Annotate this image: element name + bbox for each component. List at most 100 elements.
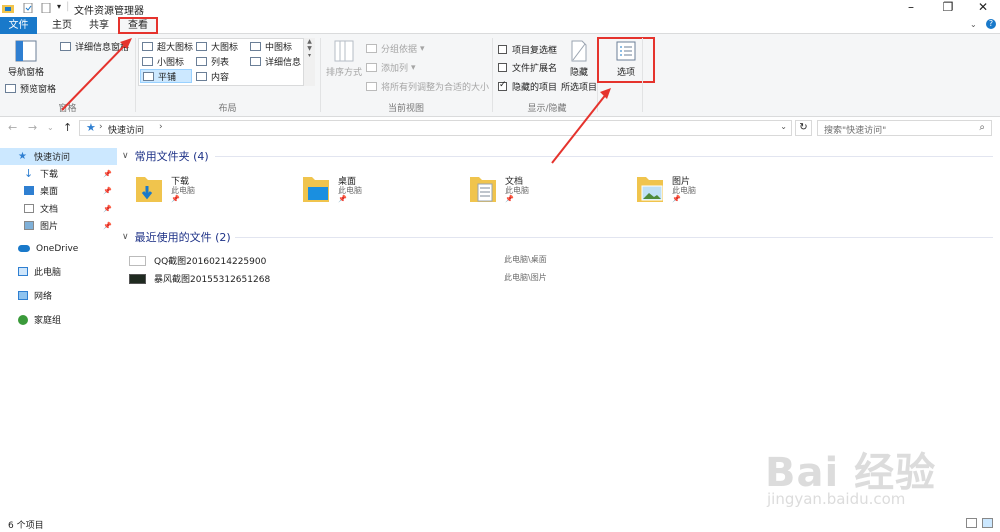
status-bar: 6 个项目 <box>0 512 1000 532</box>
details-pane-button[interactable]: 详细信息窗格 <box>60 40 129 53</box>
nav-item-documents[interactable]: 文档 📌 <box>0 200 117 217</box>
nav-item-onedrive[interactable]: OneDrive <box>0 240 117 257</box>
layout-large-icons-label: 大图标 <box>211 43 239 53</box>
size-all-columns-button[interactable]: 将所有列调整为合适的大小 <box>366 80 489 93</box>
pin-icon[interactable]: 📌 <box>103 170 112 178</box>
address-bar[interactable]: ★ › 快速访问 › ⌄ <box>79 120 792 136</box>
group-by-label: 分组依据 <box>381 45 418 55</box>
tab-home[interactable]: 主页 <box>44 17 80 34</box>
tab-share[interactable]: 共享 <box>82 17 116 34</box>
layout-tiles[interactable]: 平铺 <box>140 69 192 83</box>
layout-details[interactable]: 详细信息 <box>250 55 301 68</box>
nav-item-this-pc[interactable]: 此电脑 <box>0 263 117 280</box>
nav-item-pictures[interactable]: 图片 📌 <box>0 217 117 234</box>
forward-button[interactable]: → <box>28 121 37 134</box>
recent-locations-dropdown[interactable]: ⌄ <box>47 123 54 132</box>
collapse-chevron-icon[interactable]: ∨ <box>122 151 129 161</box>
nav-item-downloads[interactable]: ↓ 下载 📌 <box>0 165 117 182</box>
preview-pane-icon <box>5 84 16 93</box>
tab-file[interactable]: 文件 <box>0 17 37 34</box>
refresh-button[interactable]: ↻ <box>795 120 812 136</box>
show-hide-group-label: 显示/隐藏 <box>527 104 567 114</box>
desktop-icon <box>24 186 34 195</box>
search-placeholder: 搜索"快速访问" <box>824 126 887 136</box>
layout-content-label: 内容 <box>211 73 230 83</box>
preview-pane-button[interactable]: 预览窗格 <box>5 82 56 95</box>
search-icon[interactable]: ⌕ <box>979 122 985 133</box>
star-icon: ★ <box>18 151 27 162</box>
size-all-columns-label: 将所有列调整为合适的大小 <box>381 83 490 93</box>
help-icon[interactable]: ? <box>986 19 996 29</box>
current-view-group-label: 当前视图 <box>387 104 424 114</box>
item-checkboxes-toggle[interactable]: 项目复选框 <box>498 43 557 56</box>
nav-pictures-label: 图片 <box>40 222 59 232</box>
recent-file-location: 此电脑\桌面 <box>504 255 547 264</box>
preview-pane-label: 预览窗格 <box>20 85 57 95</box>
recent-file-row[interactable]: 暴风截图20155312651268 此电脑\图片 <box>129 272 989 286</box>
collapse-chevron-icon[interactable]: ∨ <box>122 232 129 242</box>
recent-file-row[interactable]: QQ截图20160214225900 此电脑\桌面 <box>129 254 989 268</box>
minimize-button[interactable]: – <box>896 0 926 17</box>
hidden-items-toggle[interactable]: 隐藏的项目 <box>498 80 557 93</box>
folder-tile-downloads[interactable]: 下载 此电脑 📌 <box>135 174 295 214</box>
content-icon <box>196 72 207 81</box>
quick-access-toolbar-dropdown-icon[interactable]: ▾ <box>57 2 61 11</box>
file-extensions-toggle[interactable]: 文件扩展名 <box>498 61 557 74</box>
hidden-items-checkbox[interactable] <box>498 80 507 91</box>
pin-icon[interactable]: 📌 <box>103 187 112 195</box>
details-view-icon[interactable] <box>966 518 977 528</box>
properties-icon[interactable] <box>22 3 34 13</box>
small-icons-icon <box>142 57 153 66</box>
nav-documents-label: 文档 <box>40 205 59 215</box>
layout-medium-icons[interactable]: 中图标 <box>250 40 292 53</box>
frequent-folders-header[interactable]: ∨ 常用文件夹 (4) <box>122 148 209 164</box>
pin-icon[interactable]: 📌 <box>103 205 112 213</box>
nav-item-quick-access[interactable]: ★ 快速访问 <box>0 148 117 165</box>
download-arrow-icon: ↓ <box>24 167 34 180</box>
nav-item-homegroup[interactable]: 家庭组 <box>0 311 117 328</box>
ribbon-view: 导航窗格 预览窗格 详细信息窗格 窗格 超大图标 大图标 中图标 小图标 列表 … <box>0 34 1000 117</box>
folder-tile-desktop[interactable]: 桌面 此电脑 📌 <box>302 174 462 214</box>
nav-item-network[interactable]: 网络 <box>0 287 117 304</box>
address-dropdown-icon[interactable]: ⌄ <box>780 122 787 131</box>
pin-icon[interactable]: 📌 <box>103 222 112 230</box>
breadcrumb-chevron-icon[interactable]: › <box>159 122 163 132</box>
cloud-icon <box>18 245 30 252</box>
layout-list-label: 列表 <box>211 58 230 68</box>
network-icon <box>18 291 28 300</box>
layout-small-icons[interactable]: 小图标 <box>142 55 184 68</box>
back-button[interactable]: ← <box>8 121 17 134</box>
item-checkboxes-checkbox[interactable] <box>498 45 507 54</box>
folder-tile-pictures[interactable]: 图片 此电脑 📌 <box>636 174 796 214</box>
nav-pane-button[interactable]: 导航窗格 <box>4 40 48 78</box>
add-columns-button[interactable]: 添加列 ▾ <box>366 61 416 74</box>
layout-gallery-scrollbar[interactable]: ▲ ▼ ▾ <box>303 38 315 86</box>
watermark-url: jingyan.baidu.com <box>767 490 906 508</box>
layout-content[interactable]: 内容 <box>196 70 229 83</box>
group-by-button[interactable]: 分组依据 ▾ <box>366 42 425 55</box>
file-extensions-checkbox[interactable] <box>498 63 507 72</box>
nav-item-desktop[interactable]: 桌面 📌 <box>0 182 117 199</box>
details-pane-icon <box>60 42 71 51</box>
layout-extra-large-icons[interactable]: 超大图标 <box>142 40 193 53</box>
recent-files-header[interactable]: ∨ 最近使用的文件 (2) <box>122 229 231 245</box>
breadcrumb-quick-access[interactable]: 快速访问 <box>108 123 144 136</box>
details-icon <box>250 57 261 66</box>
tab-view[interactable]: 查看 <box>118 17 158 34</box>
ribbon-expand-icon[interactable]: ⌄ <box>970 20 977 29</box>
sort-by-button[interactable]: 排序方式 <box>325 40 363 78</box>
computer-icon <box>18 267 28 276</box>
layout-large-icons[interactable]: 大图标 <box>196 40 238 53</box>
hide-selected-label-top: 隐藏 <box>569 68 588 78</box>
hide-selected-button[interactable]: 隐藏 所选项目 <box>560 40 598 93</box>
ribbon-separator <box>642 38 643 112</box>
search-input[interactable]: 搜索"快速访问" ⌕ <box>817 120 992 136</box>
up-button[interactable]: ↑ <box>63 121 72 134</box>
layout-list[interactable]: 列表 <box>196 55 229 68</box>
section-divider <box>215 156 993 157</box>
large-icons-view-icon[interactable] <box>982 518 993 528</box>
maximize-button[interactable]: ❐ <box>933 0 963 17</box>
new-folder-icon[interactable] <box>40 3 52 13</box>
folder-tile-documents[interactable]: 文档 此电脑 📌 <box>469 174 629 214</box>
close-button[interactable]: ✕ <box>968 0 998 17</box>
